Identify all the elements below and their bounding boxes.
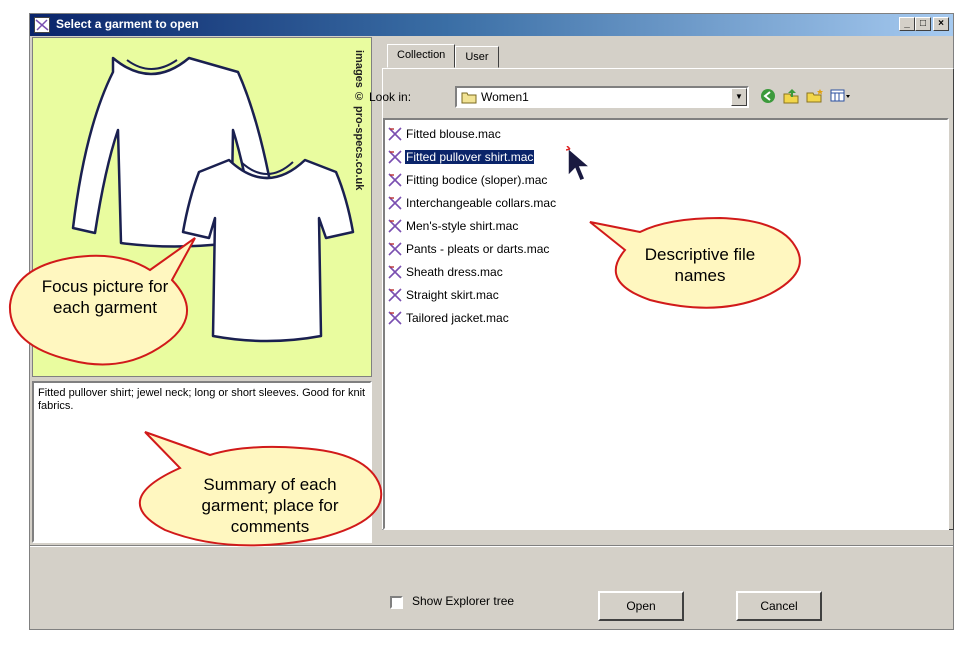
file-item[interactable]: Interchangeable collars.mac — [387, 194, 557, 212]
title-bar[interactable]: Select a garment to open _ □ × — [30, 14, 953, 36]
file-name: Fitted blouse.mac — [406, 127, 501, 141]
file-item[interactable]: Men's-style shirt.mac — [387, 217, 519, 235]
cancel-button[interactable]: Cancel — [736, 591, 822, 621]
show-tree-checkbox[interactable] — [390, 596, 403, 609]
file-item[interactable]: Sheath dress.mac — [387, 263, 504, 281]
tab-collection[interactable]: Collection — [387, 44, 456, 68]
garment-file-icon — [388, 127, 402, 141]
garment-file-icon — [388, 196, 402, 210]
mouse-pointer-icon — [566, 146, 593, 182]
garment-file-icon — [388, 288, 402, 302]
file-name: Pants - pleats or darts.mac — [406, 242, 550, 256]
file-item[interactable]: Fitting bodice (sloper).mac — [387, 171, 548, 189]
file-name: Straight skirt.mac — [406, 288, 499, 302]
tab-user[interactable]: User — [455, 46, 499, 68]
file-name: Interchangeable collars.mac — [406, 196, 557, 210]
back-icon[interactable] — [760, 88, 776, 104]
new-folder-icon[interactable] — [806, 88, 824, 104]
show-tree-label: Show Explorer tree — [412, 594, 515, 608]
file-list[interactable]: Fitted blouse.mac Fitted pullover shirt.… — [383, 118, 949, 530]
garment-app-icon — [34, 17, 50, 33]
garment-picture: images © pro-specs.co.uk — [32, 37, 372, 377]
window-title: Select a garment to open — [56, 17, 199, 31]
view-menu-icon[interactable] — [830, 88, 852, 104]
lookin-label: Look in: — [369, 90, 412, 104]
folder-icon — [461, 92, 477, 104]
minimize-button[interactable]: _ — [899, 17, 915, 31]
file-name: Fitting bodice (sloper).mac — [406, 173, 548, 187]
file-item[interactable]: Straight skirt.mac — [387, 286, 500, 304]
garment-file-icon — [388, 311, 402, 325]
footer-separator — [30, 545, 953, 547]
garment-file-icon — [388, 173, 402, 187]
image-credit: images © pro-specs.co.uk — [353, 50, 365, 191]
file-name: Sheath dress.mac — [406, 265, 503, 279]
garment-file-icon — [388, 242, 402, 256]
garment-file-icon — [388, 265, 402, 279]
garment-file-icon — [388, 150, 402, 164]
file-item[interactable]: Fitted blouse.mac — [387, 125, 502, 143]
toolbar — [760, 88, 852, 104]
dropdown-arrow-icon[interactable]: ▼ — [731, 88, 747, 106]
maximize-button[interactable]: □ — [915, 17, 931, 31]
lookin-value: Women1 — [481, 90, 529, 104]
file-name: Men's-style shirt.mac — [406, 219, 519, 233]
file-item-selected[interactable]: Fitted pullover shirt.mac — [387, 148, 535, 166]
names-callout-text: Descriptive file names — [644, 245, 756, 285]
close-button[interactable]: × — [933, 17, 949, 31]
lookin-combobox[interactable]: Women1 ▼ — [455, 86, 749, 108]
garment-sketch — [71, 56, 355, 343]
up-folder-icon[interactable] — [782, 88, 800, 104]
file-name: Fitted pullover shirt.mac — [405, 150, 535, 164]
file-name: Tailored jacket.mac — [406, 311, 509, 325]
focus-callout-text: Focus picture for each garment — [41, 277, 169, 317]
file-item[interactable]: Pants - pleats or darts.mac — [387, 240, 550, 258]
tab-strip: Collection User — [387, 44, 499, 68]
summary-callout-text: Summary of each garment; place for comme… — [201, 475, 339, 536]
open-button[interactable]: Open — [598, 591, 684, 621]
file-item[interactable]: Tailored jacket.mac — [387, 309, 510, 327]
garment-file-icon — [388, 219, 402, 233]
